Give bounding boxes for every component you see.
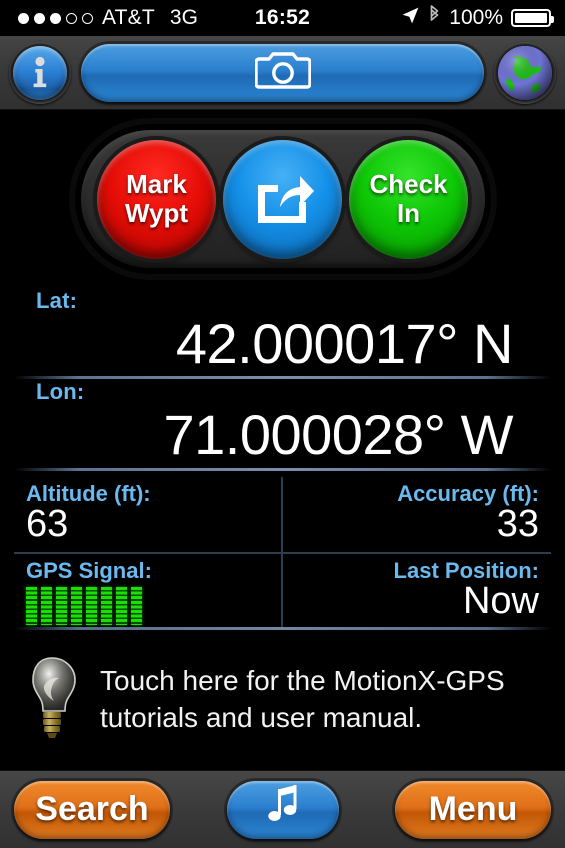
camera-icon: [253, 49, 312, 96]
divider: [14, 467, 551, 471]
signal-bar: [41, 586, 52, 625]
share-button[interactable]: [223, 139, 342, 259]
longitude-label: Lon:: [36, 379, 85, 405]
lightbulb-icon: [20, 652, 84, 748]
altitude-value: 63: [26, 502, 69, 545]
gps-signal-label: GPS Signal:: [26, 557, 152, 583]
tutorial-hint[interactable]: Touch here for the MotionX-GPS tutorials…: [20, 652, 545, 748]
signal-bar: [86, 586, 97, 625]
latitude-label: Lat:: [36, 288, 78, 313]
signal-bar: [71, 586, 82, 625]
music-button[interactable]: [226, 780, 339, 839]
status-bar-clock: 16:52: [254, 6, 311, 29]
menu-button[interactable]: Menu: [395, 780, 551, 839]
signal-bar: [56, 586, 67, 625]
battery-icon: [511, 9, 554, 27]
info-button[interactable]: [9, 41, 71, 104]
action-capsule-frame: Mark Wypt Check In: [74, 124, 491, 274]
mark-waypoint-label-line2: Wypt: [124, 198, 189, 228]
signal-bar: [26, 586, 37, 625]
last-position-cell: Last Position: Now: [283, 554, 552, 627]
action-button-group: Mark Wypt Check In: [0, 124, 565, 274]
gps-signal-bars: [26, 586, 269, 625]
bottom-toolbar: Search Menu: [0, 770, 565, 848]
top-toolbar: [0, 36, 565, 110]
latitude-row: Lat: 42.000017° N: [0, 288, 565, 374]
share-icon: [252, 169, 314, 229]
longitude-value: 71.000028° W: [163, 403, 513, 467]
app-screen: AT&T 3G 16:52 100% Mark Wypt Check In La…: [0, 0, 565, 848]
altitude-cell: Altitude (ft): 63: [14, 476, 283, 552]
data-grid: Altitude (ft): 63 Accuracy (ft): 33 GPS …: [14, 476, 552, 630]
longitude-row: Lon: 71.000028° W: [0, 379, 565, 465]
status-bar: AT&T 3G 16:52 100%: [0, 0, 565, 36]
action-capsule: Mark Wypt Check In: [74, 124, 491, 274]
check-in-label-line1: Check: [369, 168, 448, 199]
signal-bar: [131, 586, 142, 625]
signal-bar: [101, 586, 112, 625]
data-grid-row: Altitude (ft): 63 Accuracy (ft): 33: [14, 476, 552, 552]
globe-button[interactable]: [494, 41, 556, 104]
info-icon: [13, 45, 67, 100]
accuracy-value: 33: [496, 502, 539, 545]
check-in-button[interactable]: Check In: [349, 139, 468, 259]
music-note-icon: [265, 785, 301, 834]
mark-waypoint-label-line1: Mark: [126, 168, 187, 199]
search-button[interactable]: Search: [14, 780, 170, 839]
accuracy-cell: Accuracy (ft): 33: [283, 477, 552, 552]
tutorial-hint-text: Touch here for the MotionX-GPS tutorials…: [100, 664, 505, 733]
data-grid-row: GPS Signal: Last Position: Now: [14, 551, 552, 627]
globe-icon: [498, 45, 552, 100]
signal-bar: [116, 586, 127, 625]
latitude-value: 42.000017° N: [175, 312, 514, 375]
mark-waypoint-button[interactable]: Mark Wypt: [97, 139, 216, 259]
coordinates-section: Lat: 42.000017° N Lon: 71.000028° W: [0, 288, 565, 471]
gps-signal-cell: GPS Signal:: [14, 553, 283, 627]
divider: [14, 626, 551, 630]
camera-button[interactable]: [81, 43, 484, 102]
last-position-value: Now: [462, 579, 539, 622]
check-in-label-line2: In: [396, 198, 421, 228]
